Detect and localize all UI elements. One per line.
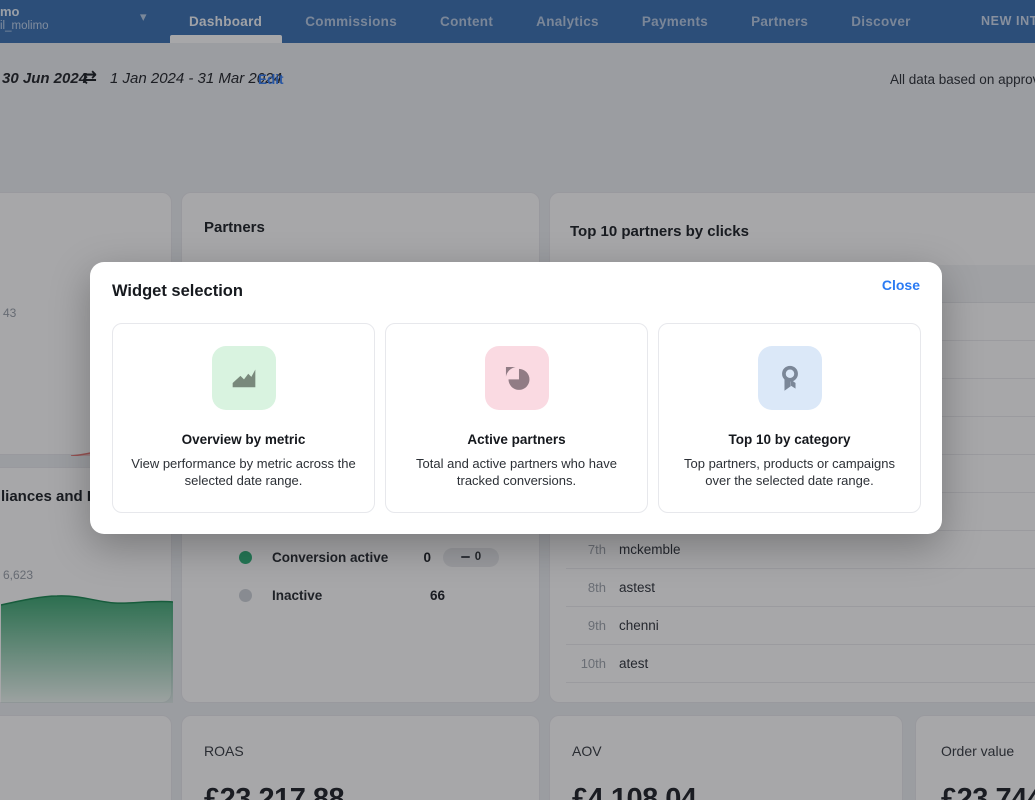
widget-option-description: View performance by metric across the se… xyxy=(129,455,358,489)
widget-option-description: Top partners, products or campaigns over… xyxy=(675,455,904,489)
widget-option-top10-by-category[interactable]: Top 10 by category Top partners, product… xyxy=(658,323,921,513)
award-ribbon-icon xyxy=(758,346,822,410)
widget-option-title: Top 10 by category xyxy=(659,432,920,447)
dashboard-page: mo il_molimo ▾ Dashboard Commissions Con… xyxy=(0,0,1035,800)
widget-option-description: Total and active partners who have track… xyxy=(402,455,631,489)
widget-option-active-partners[interactable]: Active partners Total and active partner… xyxy=(385,323,648,513)
pie-chart-icon xyxy=(485,346,549,410)
widget-option-title: Overview by metric xyxy=(113,432,374,447)
widget-option-title: Active partners xyxy=(386,432,647,447)
widget-option-overview-by-metric[interactable]: Overview by metric View performance by m… xyxy=(112,323,375,513)
widget-options: Overview by metric View performance by m… xyxy=(112,323,921,513)
modal-title: Widget selection xyxy=(112,282,243,301)
widget-selection-modal: Widget selection Close Overview by metri… xyxy=(90,262,942,534)
close-button[interactable]: Close xyxy=(882,277,920,293)
area-chart-icon xyxy=(212,346,276,410)
